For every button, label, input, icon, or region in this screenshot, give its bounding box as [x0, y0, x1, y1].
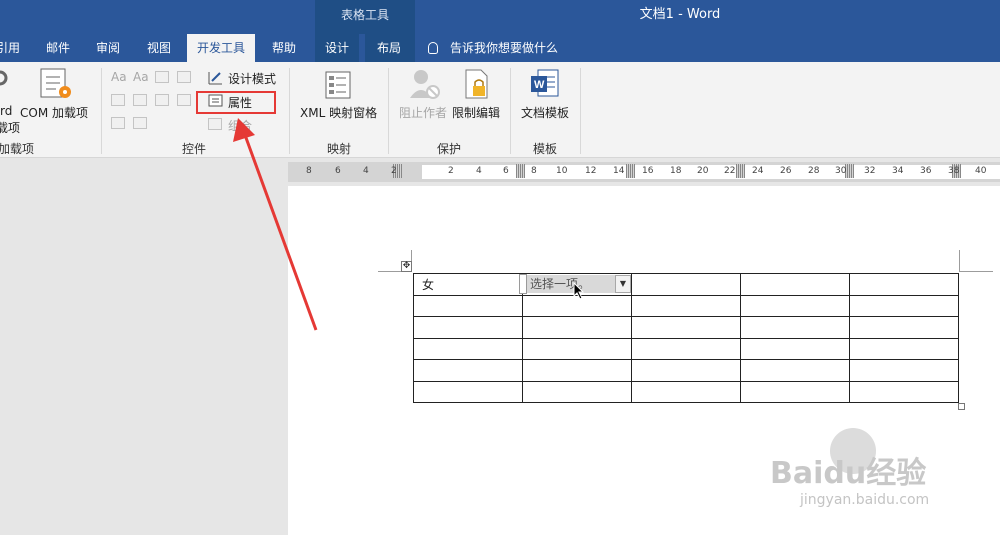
watermark-brand: Baidu经验: [770, 456, 927, 491]
watermark-url: jingyan.baidu.com: [800, 492, 930, 508]
